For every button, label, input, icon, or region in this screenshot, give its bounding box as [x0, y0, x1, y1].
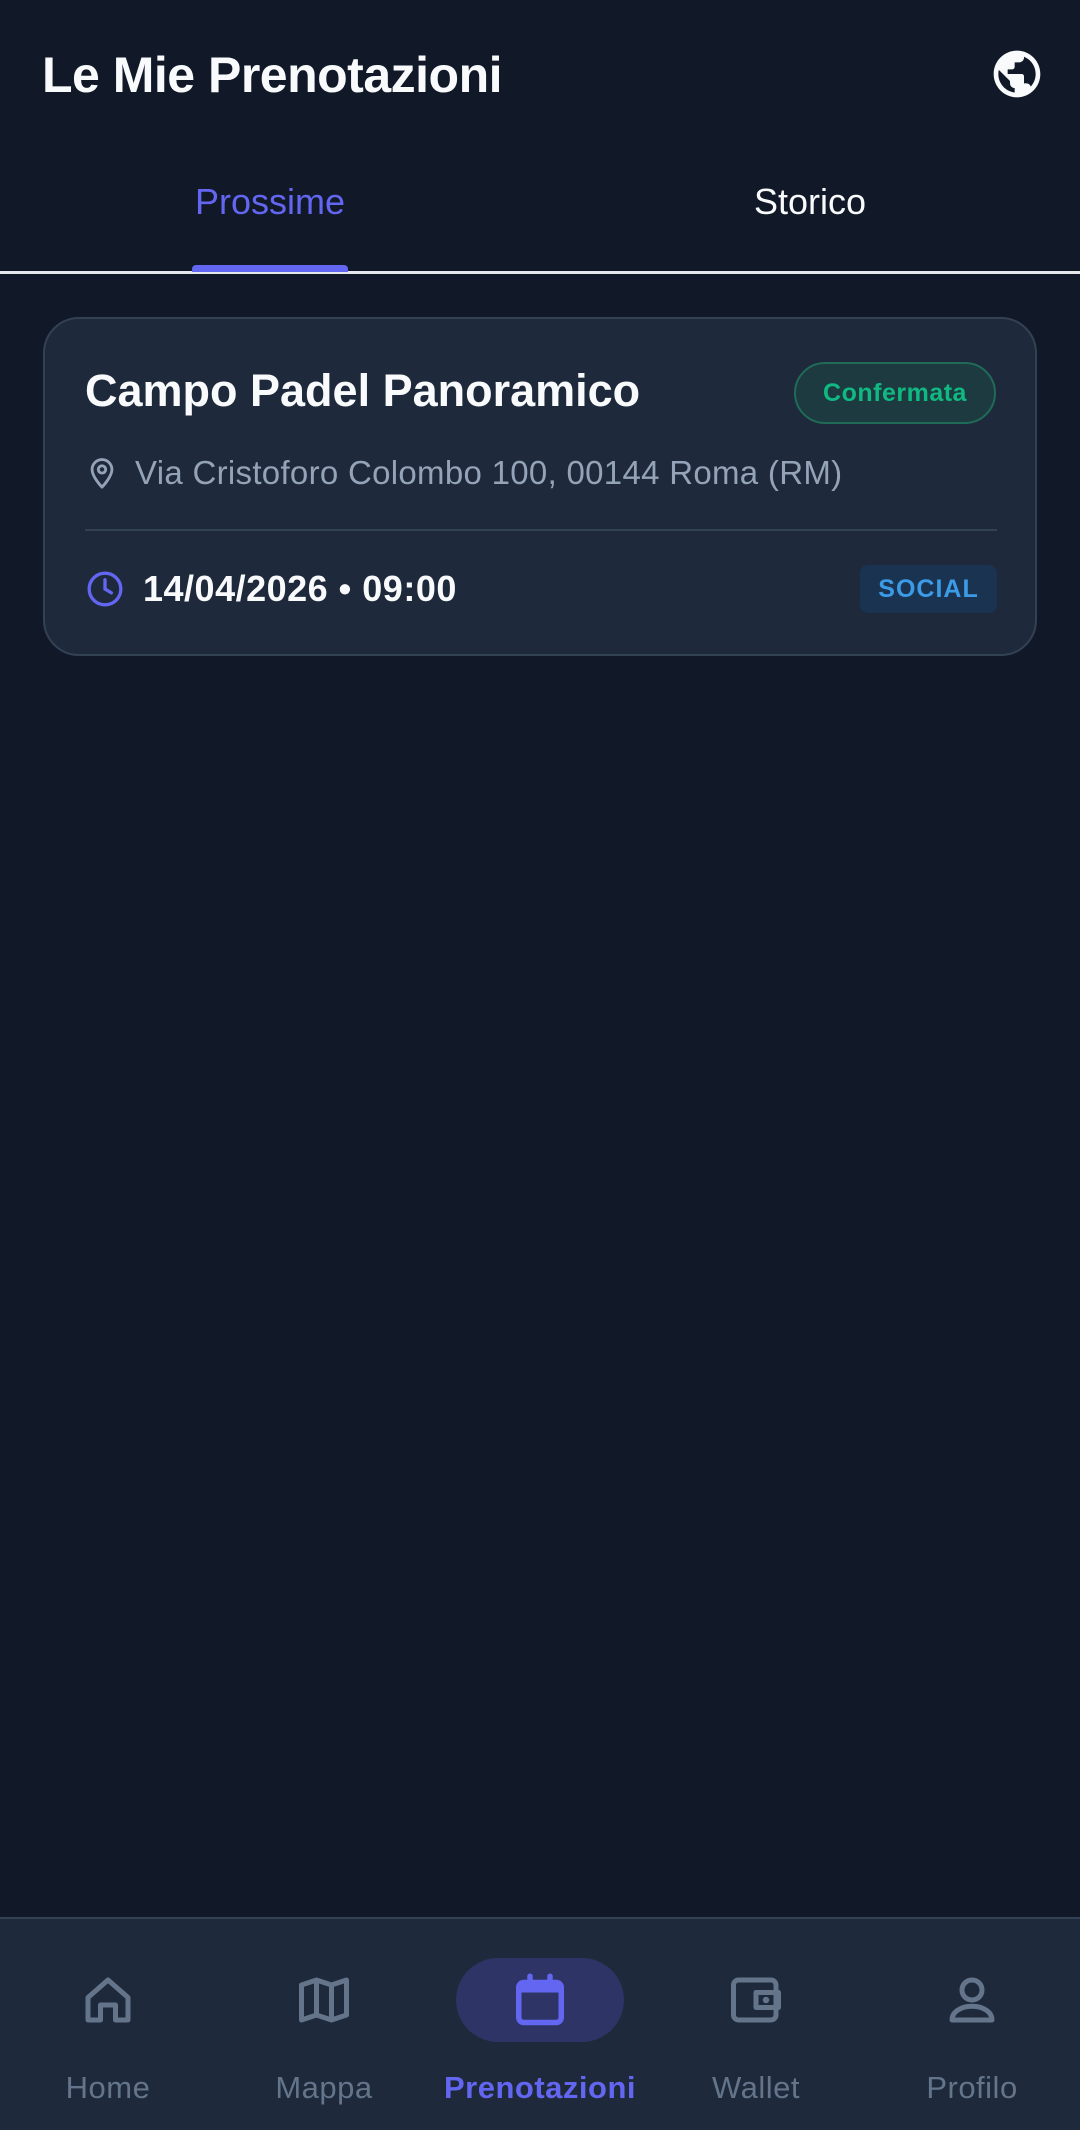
booking-card[interactable]: Campo Padel Panoramico Confermata Via Cr… [43, 317, 1037, 656]
nav-item-mappa[interactable]: Mappa [216, 1919, 432, 2130]
nav-item-profilo[interactable]: Profilo [864, 1919, 1080, 2130]
tab-prossime-label: Prossime [194, 180, 346, 222]
app-bar: Le Mie Prenotazioni [0, 0, 1080, 152]
nav-label-home: Home [65, 2070, 151, 2105]
tab-indicator [192, 265, 348, 272]
nav-label-mappa: Mappa [275, 2070, 373, 2105]
nav-item-home[interactable]: Home [0, 1919, 216, 2130]
card-divider [85, 529, 997, 531]
calendar-icon [516, 1973, 564, 2026]
person-icon [949, 1977, 995, 2023]
booking-time-row: 14/04/2026 • 09:00 [85, 567, 457, 611]
wallet-icon [731, 1977, 781, 2023]
nav-item-prenotazioni[interactable]: Prenotazioni [432, 1919, 648, 2130]
globe-icon[interactable] [989, 46, 1045, 102]
booking-datetime: 14/04/2026 • 09:00 [143, 568, 457, 609]
status-badge: Confermata [794, 362, 996, 424]
home-icon [85, 1977, 131, 2023]
booking-venue-name: Campo Padel Panoramico [85, 365, 641, 416]
page-title: Le Mie Prenotazioni [42, 47, 503, 103]
nav-label-profilo: Profilo [926, 2070, 1018, 2105]
booking-address-row: Via Cristoforo Colombo 100, 00144 Roma (… [85, 451, 842, 495]
tab-prossime[interactable]: Prossime [0, 152, 540, 271]
nav-label-prenotazioni: Prenotazioni [443, 2070, 636, 2105]
bottom-navigation: Home Mappa Prenotazioni Wallet Profilo [0, 1917, 1080, 2130]
tab-storico[interactable]: Storico [540, 152, 1080, 271]
booking-address: Via Cristoforo Colombo 100, 00144 Roma (… [135, 454, 843, 491]
location-pin-icon [90, 458, 114, 489]
clock-icon [87, 571, 123, 607]
map-icon [299, 1977, 349, 2023]
tab-storico-label: Storico [753, 180, 867, 222]
booking-type-tag: SOCIAL [860, 565, 997, 613]
nav-item-wallet[interactable]: Wallet [648, 1919, 864, 2130]
nav-label-wallet: Wallet [712, 2070, 800, 2105]
tab-bar: Prossime Storico [0, 152, 1080, 274]
